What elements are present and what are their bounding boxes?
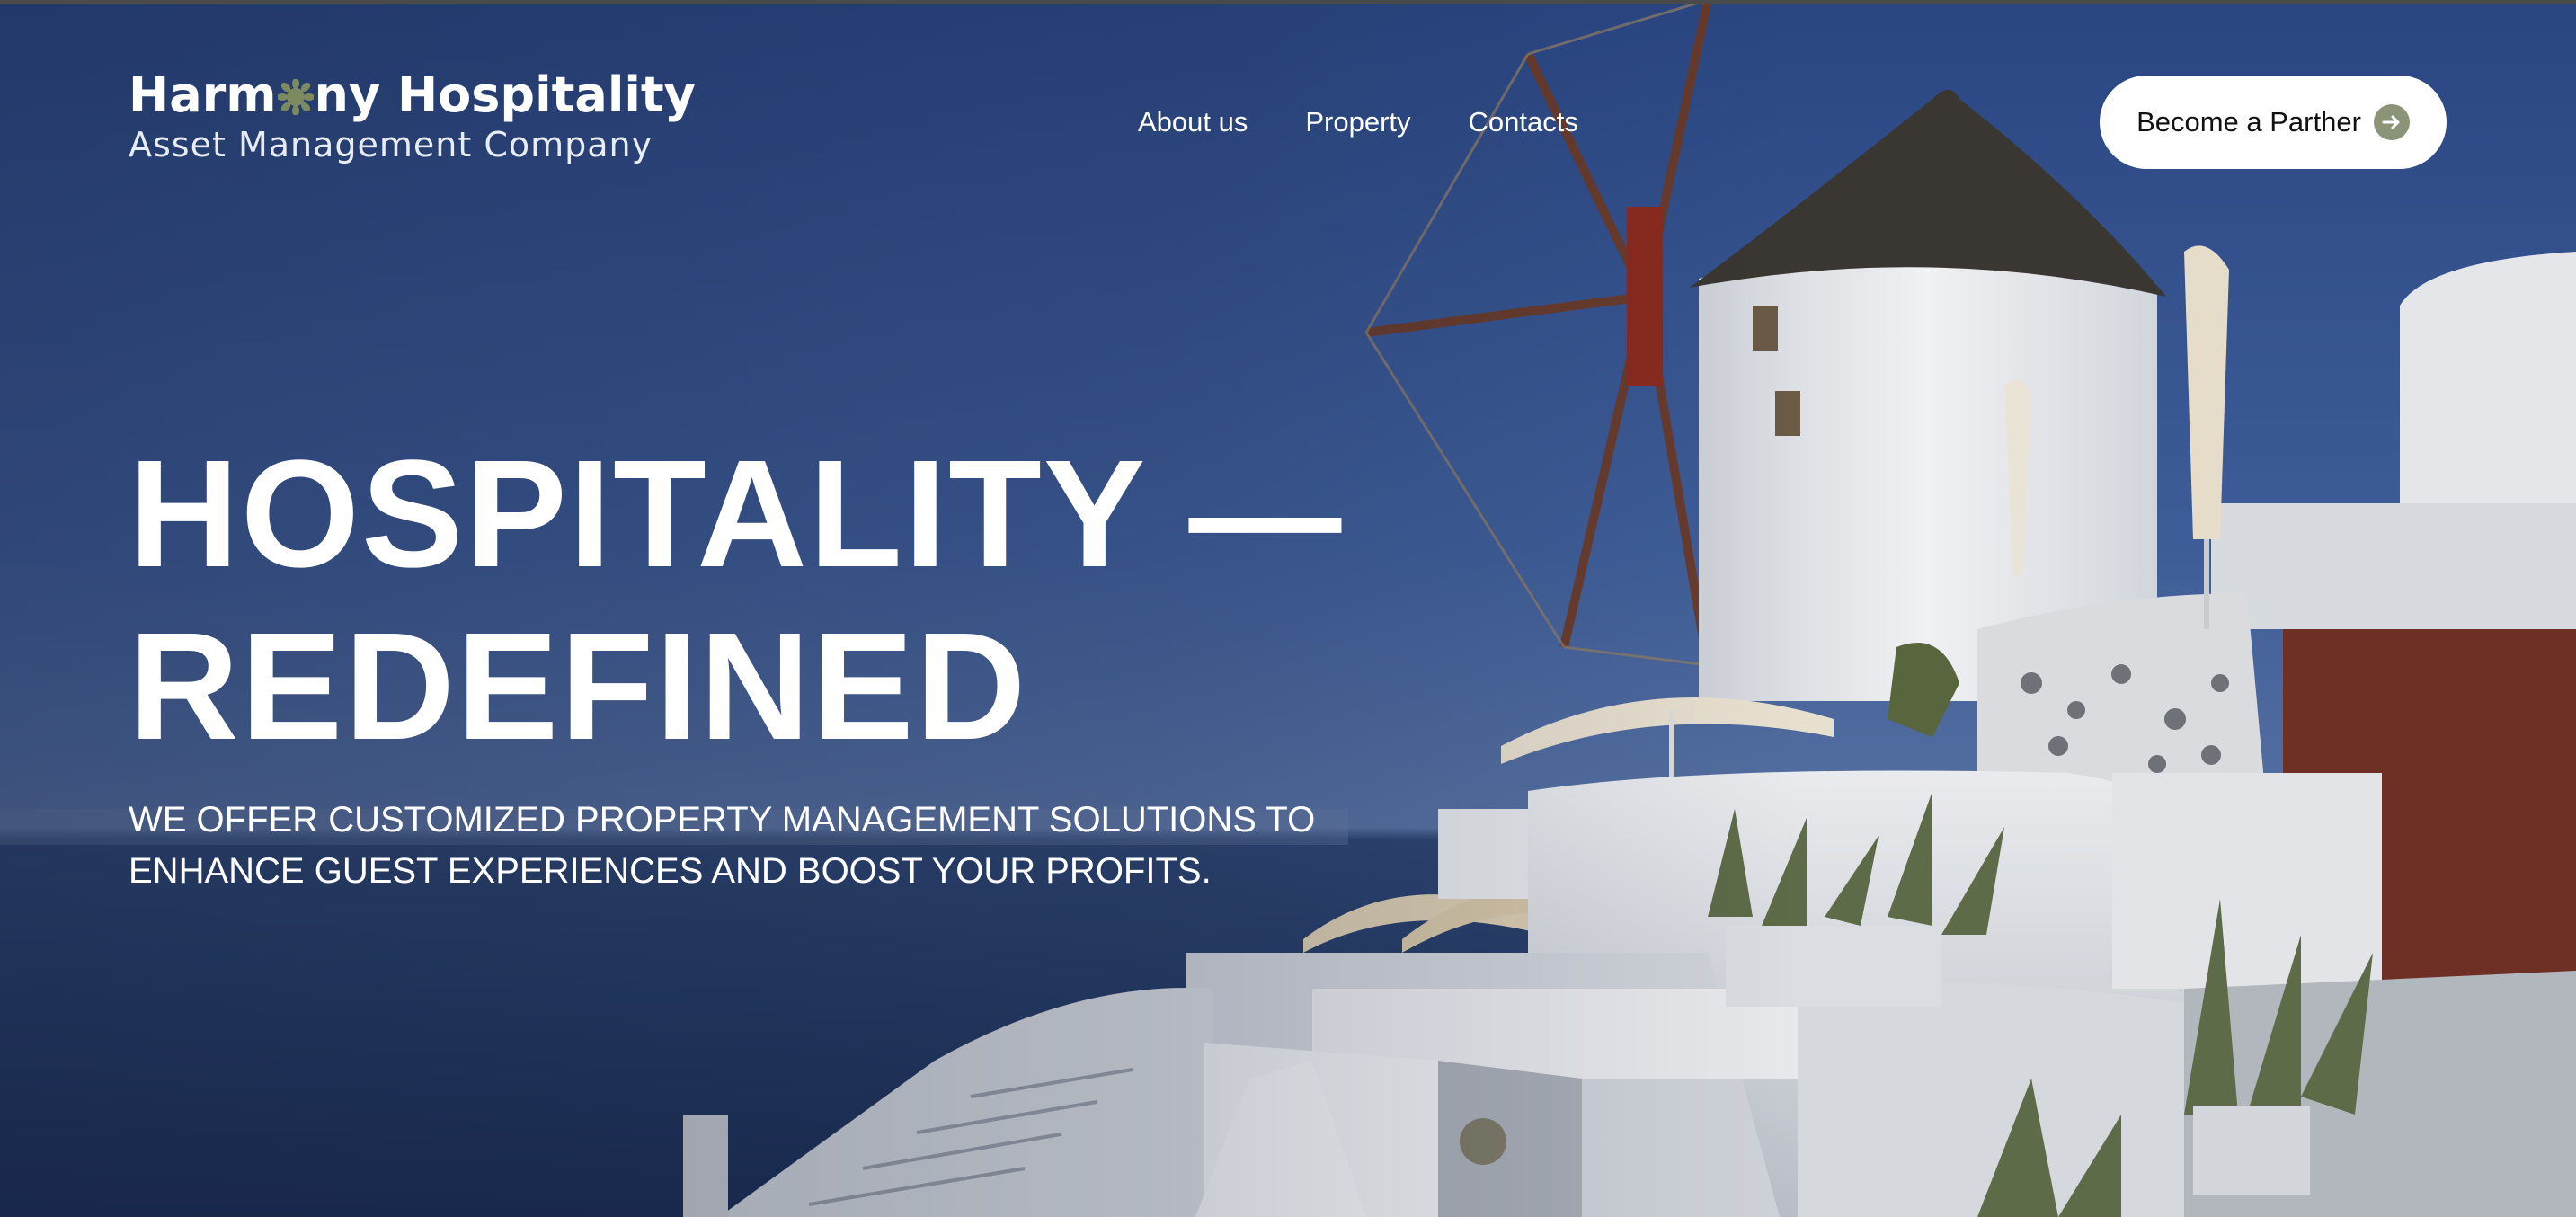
arrow-right-circle-icon bbox=[2373, 104, 2410, 140]
hero-subtext-line1: WE OFFER CUSTOMIZED PROPERTY MANAGEMENT … bbox=[129, 800, 1316, 839]
become-partner-label: Become a Parther bbox=[2136, 106, 2361, 138]
hero-headline-line1: HOSPITALITY — bbox=[129, 429, 1344, 600]
brand-name-part1: Harm bbox=[129, 67, 277, 123]
nav-item-about-us[interactable]: About us bbox=[1138, 102, 1248, 143]
nav-item-property[interactable]: Property bbox=[1305, 102, 1410, 143]
become-partner-button[interactable]: Become a Parther bbox=[2100, 76, 2447, 169]
hero-headline: HOSPITALITY — REDEFINED bbox=[129, 428, 1343, 773]
brand-name-part2: ny Hospitality bbox=[314, 67, 696, 123]
hero-section: Harm ny Hospitality Asset Management Com… bbox=[0, 0, 2576, 1217]
brand-logo[interactable]: Harm ny Hospitality Asset Management Com… bbox=[129, 68, 696, 167]
brand-name: Harm ny Hospitality bbox=[129, 68, 696, 122]
main-nav: About us Property Contacts bbox=[1138, 102, 1578, 143]
top-border bbox=[0, 0, 2576, 4]
hero-subtext: WE OFFER CUSTOMIZED PROPERTY MANAGEMENT … bbox=[129, 795, 1387, 897]
hero-subtext-line2: ENHANCE GUEST EXPERIENCES AND BOOST YOUR… bbox=[129, 851, 1212, 891]
hero-headline-line2: REDEFINED bbox=[129, 601, 1028, 772]
brand-subtitle: Asset Management Company bbox=[129, 125, 653, 164]
sun-leaf-icon bbox=[276, 72, 315, 116]
nav-item-contacts[interactable]: Contacts bbox=[1469, 102, 1578, 143]
